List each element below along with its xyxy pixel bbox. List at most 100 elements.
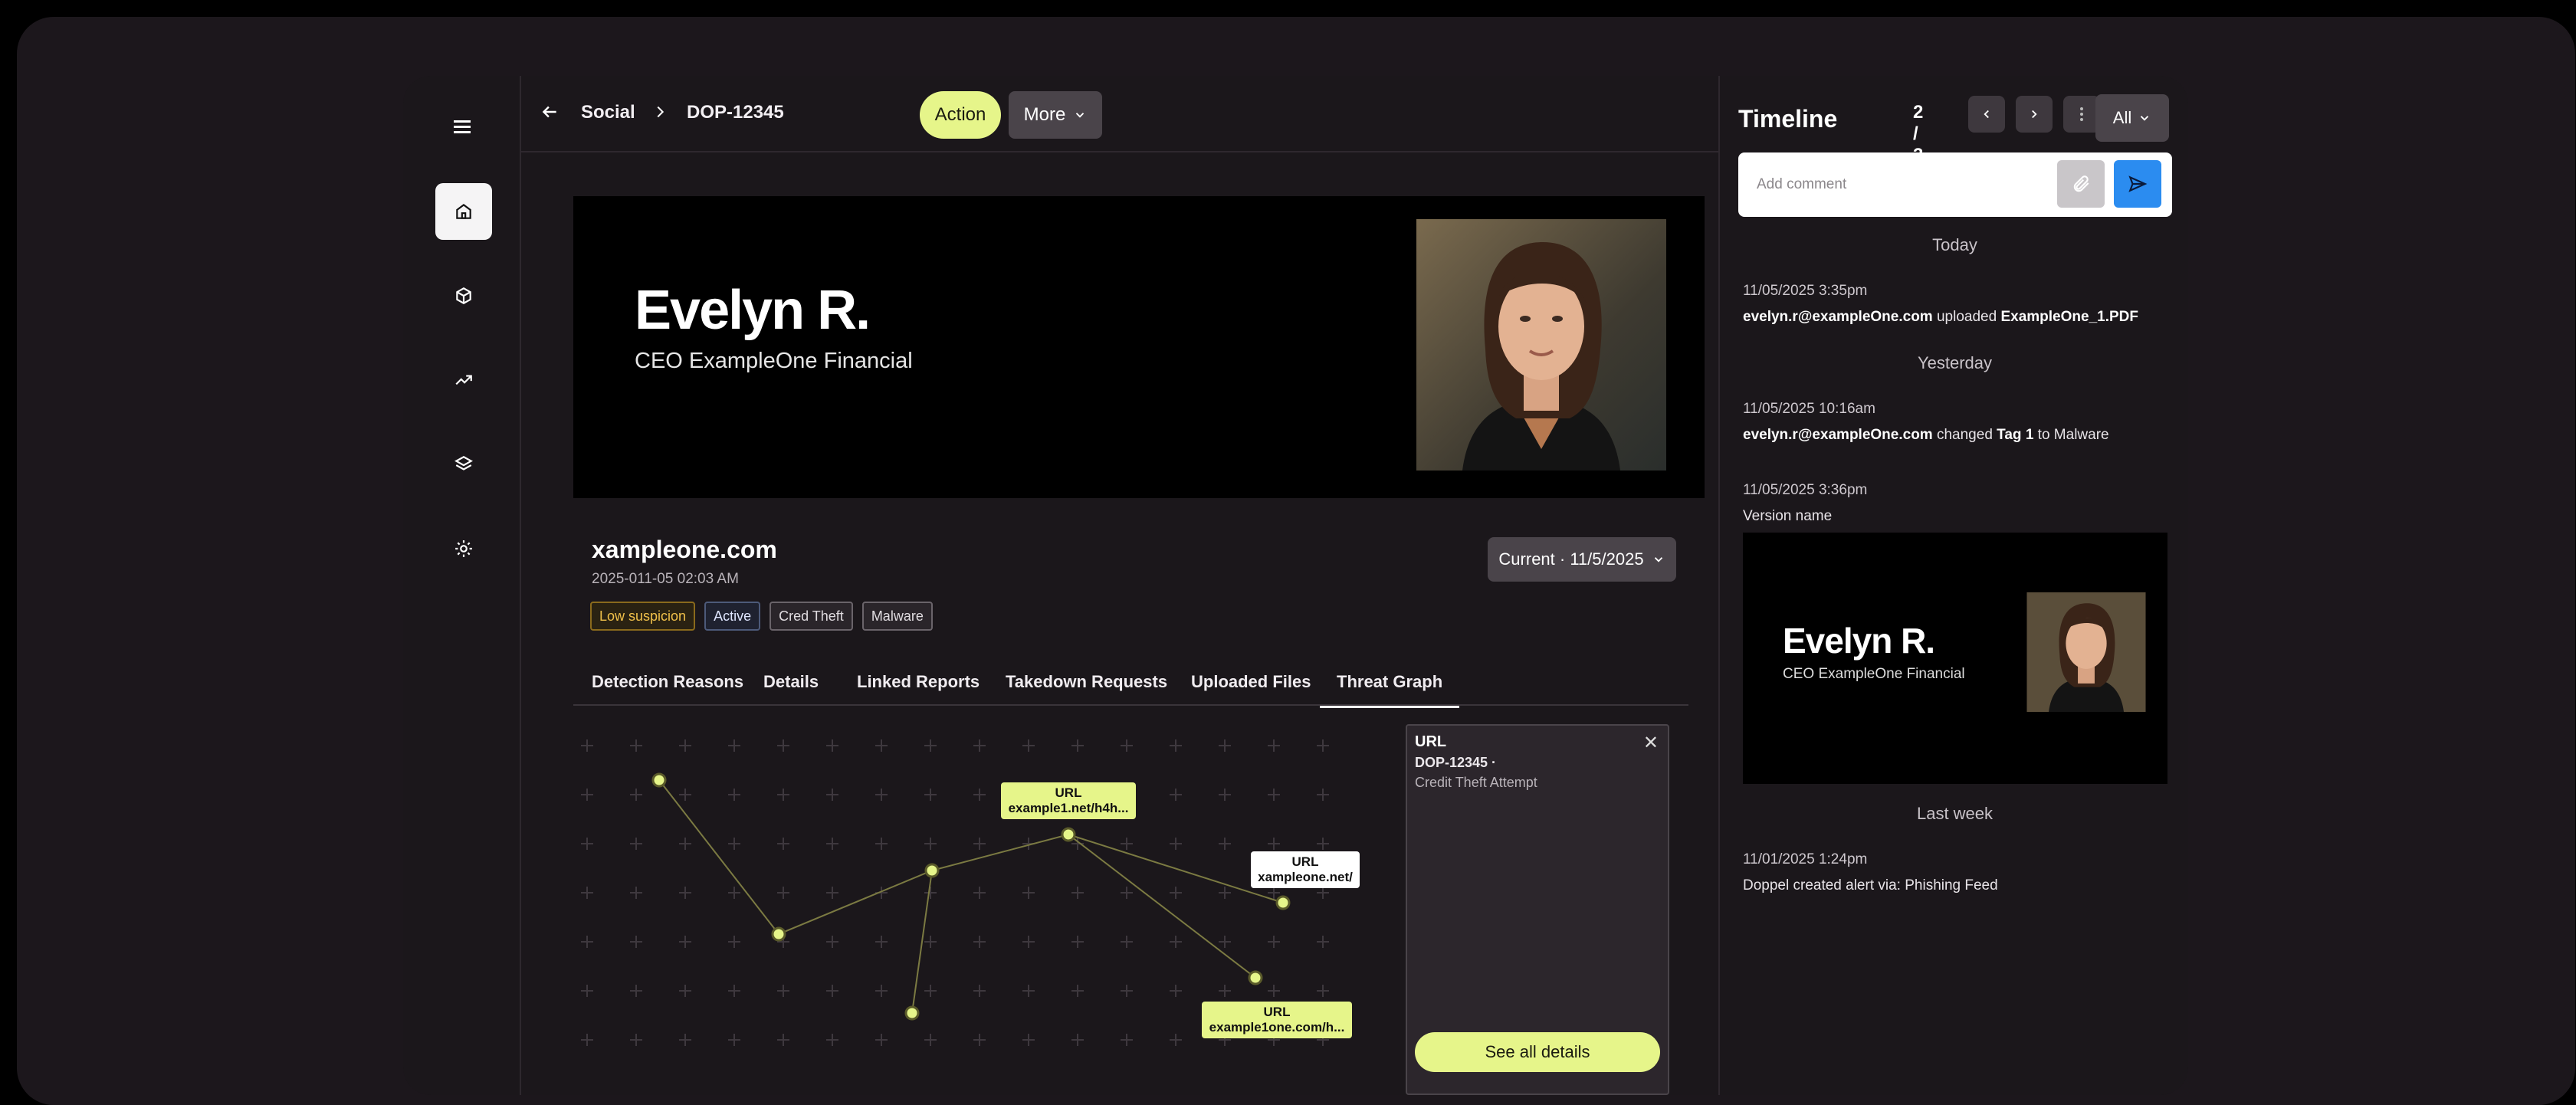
grid-cross (875, 936, 888, 948)
action-button[interactable]: Action (920, 91, 1001, 139)
breadcrumb-root[interactable]: Social (581, 102, 635, 123)
hero-title: CEO ExampleOne Financial (635, 349, 913, 373)
grid-cross (630, 739, 642, 752)
tab-details[interactable]: Details (763, 672, 819, 706)
portrait-image (1416, 219, 1666, 471)
graph-node-label[interactable]: URL example1.net/h4h... (1001, 782, 1136, 819)
grid-cross (924, 985, 937, 997)
event-tail: to Malware (2037, 427, 2109, 443)
grid-cross (581, 789, 593, 801)
tab-linked-reports[interactable]: Linked Reports (857, 672, 980, 706)
grid-cross (875, 789, 888, 801)
trending-icon[interactable] (435, 352, 492, 408)
node-value: example1.net/h4h... (1008, 801, 1129, 815)
grid-cross (826, 789, 838, 801)
grid-cross (1121, 838, 1133, 850)
grid-cross (728, 985, 740, 997)
grid-cross (1317, 887, 1329, 899)
grid-cross (1219, 887, 1231, 899)
attach-button[interactable] (2057, 160, 2105, 208)
cube-icon[interactable] (435, 267, 492, 324)
grid-cross (728, 1034, 740, 1046)
grid-cross (924, 739, 937, 752)
node-type: URL (1263, 1005, 1291, 1019)
event-time: 11/01/2025 1:24pm (1743, 851, 1868, 867)
grid-cross (1317, 739, 1329, 752)
send-button[interactable] (2114, 160, 2161, 208)
grid-cross (1219, 739, 1231, 752)
comment-input[interactable]: Add comment (1757, 176, 1846, 193)
grid-cross (728, 936, 740, 948)
tab-threat-graph[interactable]: Threat Graph (1320, 672, 1460, 708)
grid-cross (581, 739, 593, 752)
more-button[interactable]: More (1009, 91, 1102, 139)
grid-cross (1022, 887, 1035, 899)
threat-graph[interactable]: URL example1.net/h4h... URL xampleone.ne… (573, 718, 1370, 1086)
event-text: Doppel created alert via: Phishing Feed (1743, 877, 1998, 894)
day-separator: Yesterday (1917, 353, 1993, 372)
tag-active[interactable]: Active (704, 602, 761, 631)
grid-cross (1170, 985, 1182, 997)
graph-node-label[interactable]: URL xampleone.net/ (1251, 851, 1360, 888)
version-thumbnail[interactable]: Evelyn R. CEO ExampleOne Financial (1743, 533, 2167, 784)
grid-cross (679, 936, 691, 948)
node-type: URL (1055, 785, 1082, 800)
tag-low-suspicion[interactable]: Low suspicion (590, 602, 696, 631)
side-rail (403, 76, 521, 1095)
home-icon[interactable] (435, 183, 492, 240)
grid-cross (826, 838, 838, 850)
grid-cross (728, 887, 740, 899)
day-separator: Last week (1916, 804, 1994, 823)
grid-cross (826, 936, 838, 948)
layers-icon[interactable] (435, 436, 492, 493)
grid-cross (1268, 789, 1280, 801)
grid-cross (777, 739, 789, 752)
grid-cross (630, 1034, 642, 1046)
paperclip-icon (2073, 175, 2089, 192)
close-icon[interactable]: ✕ (1643, 732, 1659, 754)
event-time: 11/05/2025 3:36pm (1743, 482, 1868, 498)
version-select[interactable]: Current · 11/5/2025 (1488, 537, 1676, 582)
grid-cross (1022, 936, 1035, 948)
event-user[interactable]: evelyn.r@exampleOne.com (1743, 427, 1933, 443)
graph-node-label[interactable]: URL example1one.com/h... (1202, 1002, 1352, 1038)
tab-detection-reasons[interactable]: Detection Reasons (592, 672, 743, 706)
grid-cross (679, 838, 691, 850)
hero-name: Evelyn R. (635, 280, 871, 341)
grid-cross (777, 1034, 789, 1046)
panel-desc: Credit Theft Attempt (1415, 775, 1537, 790)
tag-cred-theft[interactable]: Cred Theft (770, 602, 853, 631)
event-object[interactable]: ExampleOne_1.PDF (2000, 309, 2138, 325)
grid-cross (1268, 936, 1280, 948)
case-id: DOP-12345 (687, 102, 784, 123)
menu-icon[interactable] (435, 99, 492, 156)
tab-takedown-requests[interactable]: Takedown Requests (1006, 672, 1167, 706)
event-user[interactable]: evelyn.r@exampleOne.com (1743, 309, 1933, 325)
tag-malware[interactable]: Malware (861, 602, 933, 631)
grid-cross (1317, 936, 1329, 948)
tab-uploaded-files[interactable]: Uploaded Files (1191, 672, 1311, 706)
grid-cross (1071, 985, 1084, 997)
gear-icon[interactable] (435, 520, 492, 577)
tag-list: Low suspicion Active Cred Theft Malware (590, 602, 933, 631)
grid-cross (924, 936, 937, 948)
grid-cross (679, 739, 691, 752)
grid-cross (728, 739, 740, 752)
grid-cross (1219, 838, 1231, 850)
chevron-down-icon (2141, 116, 2149, 121)
grid-cross (1268, 887, 1280, 899)
back-arrow-icon[interactable] (540, 102, 560, 126)
see-all-details-button[interactable]: See all details (1415, 1032, 1660, 1072)
grid-cross (973, 936, 986, 948)
grid-cross (973, 985, 986, 997)
detected-date: 2025-011-05 02:03 AM (592, 571, 739, 587)
send-icon (2128, 175, 2148, 192)
grid-cross (630, 789, 642, 801)
node-value: xampleone.net/ (1258, 870, 1353, 884)
comment-box[interactable]: Add comment (1738, 152, 2172, 217)
grid-cross (826, 1034, 838, 1046)
timeline-filter[interactable]: All (2095, 94, 2169, 142)
grid-cross (679, 789, 691, 801)
chevron-down-icon (1076, 113, 1085, 118)
node-detail-panel: URL ✕ DOP-12345 · Credit Theft Attempt S… (1406, 724, 1669, 1095)
